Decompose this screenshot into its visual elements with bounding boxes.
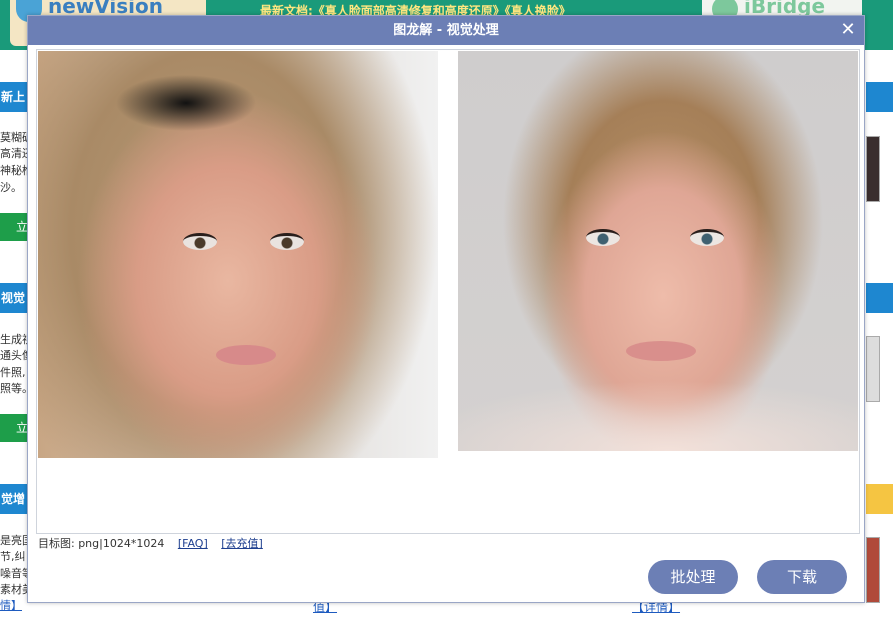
result-photo <box>458 51 858 451</box>
start-button[interactable]: 立 <box>0 213 28 241</box>
details-link[interactable]: 情】 <box>0 598 28 613</box>
start-button[interactable]: 立 <box>0 414 28 442</box>
eye-shape <box>586 229 620 246</box>
lips-shape <box>626 341 696 361</box>
target-info-bar: 目标图: png|1024*1024 [FAQ] [去充值] <box>38 535 263 551</box>
section-text: 件照, <box>0 366 26 379</box>
thumbnail-image[interactable] <box>866 336 880 402</box>
section-text: 生成视 <box>0 333 28 346</box>
section-heading <box>866 82 893 112</box>
section-heading <box>866 283 893 313</box>
section-text: 节,纠 <box>0 550 26 563</box>
source-photo <box>38 51 438 458</box>
visual-processing-dialog: 图龙解 - 视觉处理 ✕ 目标图: png|1024*1024 [FAQ] [去… <box>27 15 865 603</box>
section-text: 高清还 <box>0 147 28 160</box>
thumbnail-image[interactable] <box>866 537 880 603</box>
section-text: 神秘椎 <box>0 164 28 177</box>
section-text: 素材美 <box>0 583 28 596</box>
section-text: 噪音等 <box>0 567 28 580</box>
thumbnail-image[interactable] <box>866 136 880 202</box>
target-info: 目标图: png|1024*1024 <box>38 537 165 550</box>
section-text: 照等。 <box>0 382 28 395</box>
download-button[interactable]: 下载 <box>757 560 847 594</box>
section-text: 通头像 <box>0 349 28 362</box>
eye-shape <box>183 233 217 250</box>
section-text: 是亮国 <box>0 534 28 547</box>
section-text: 莫糊破 <box>0 131 28 144</box>
eye-shape <box>270 233 304 250</box>
recharge-link[interactable]: [去充值] <box>221 537 263 550</box>
lips-shape <box>216 345 276 365</box>
image-comparison-panel <box>36 49 860 534</box>
batch-process-button[interactable]: 批处理 <box>648 560 738 594</box>
dialog-title-bar[interactable]: 图龙解 - 视觉处理 ✕ <box>28 16 864 45</box>
close-icon[interactable]: ✕ <box>838 20 858 40</box>
dialog-title: 图龙解 - 视觉处理 <box>393 23 499 38</box>
eye-shape <box>690 229 724 246</box>
section-heading <box>866 484 893 514</box>
faq-link[interactable]: [FAQ] <box>178 537 208 550</box>
section-text: 沙。 <box>0 181 22 194</box>
